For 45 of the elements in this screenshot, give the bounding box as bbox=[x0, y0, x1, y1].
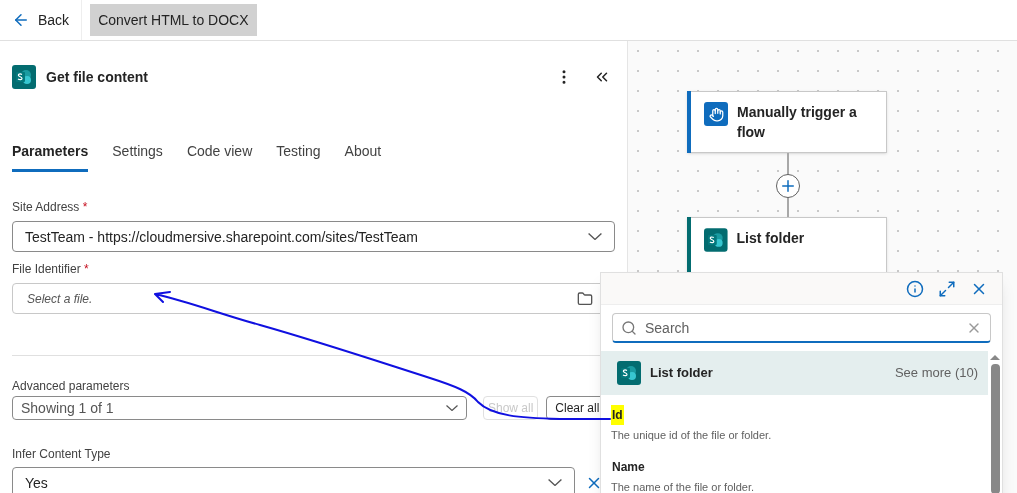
flow-node-card[interactable]: Manually trigger a flow bbox=[687, 91, 887, 153]
tab[interactable]: Testing bbox=[276, 137, 321, 172]
field-label: Advanced parameters bbox=[12, 378, 130, 394]
dynamic-content-item-description: The name of the file or folder. bbox=[611, 479, 756, 493]
plus-icon bbox=[779, 177, 797, 195]
touch-hand-icon bbox=[704, 102, 728, 126]
dynamic-content-item-name[interactable]: Name bbox=[611, 456, 646, 477]
field-label: Site Address bbox=[12, 200, 80, 214]
group-title: List folder bbox=[650, 364, 713, 383]
advanced-parameters-dropdown[interactable]: Showing 1 of 1 bbox=[12, 396, 467, 420]
required-mark: * bbox=[84, 262, 89, 276]
folder-icon[interactable] bbox=[577, 290, 593, 307]
tab[interactable]: Code view bbox=[186, 137, 253, 172]
search-icon bbox=[621, 319, 637, 336]
action-title: Get file content bbox=[46, 68, 148, 87]
search-input[interactable]: Search bbox=[645, 317, 966, 338]
tab[interactable]: Settings bbox=[112, 137, 163, 172]
node-title: List folder bbox=[736, 229, 806, 248]
expand-icon[interactable] bbox=[938, 279, 956, 298]
field-label: File Identifier bbox=[12, 262, 81, 276]
field-label: Infer Content Type bbox=[12, 446, 111, 462]
sharepoint-icon bbox=[12, 65, 36, 89]
required-mark: * bbox=[82, 200, 88, 214]
infer-content-type-dropdown[interactable]: Yes bbox=[12, 467, 575, 493]
info-icon[interactable] bbox=[906, 279, 924, 298]
dynamic-content-group-header[interactable]: List folder See more (10) bbox=[601, 351, 988, 395]
chevron-down-icon bbox=[588, 233, 602, 240]
dropdown-value: Showing 1 of 1 bbox=[21, 399, 114, 418]
node-title: Manually trigger a flow bbox=[737, 103, 858, 142]
sharepoint-icon bbox=[704, 228, 728, 252]
chevron-down-icon bbox=[446, 405, 458, 411]
site-address-dropdown[interactable]: TestTeam - https://cloudmersive.sharepoint.com/sites/TestTeam bbox=[12, 221, 615, 252]
search-field[interactable]: Search bbox=[612, 313, 991, 343]
chevron-down-icon bbox=[548, 479, 562, 486]
dynamic-content-item-description: The unique id of the file or folder. bbox=[611, 428, 773, 443]
see-more-link[interactable]: See more (10) bbox=[894, 363, 978, 383]
add-step-button[interactable] bbox=[776, 174, 800, 198]
back-button[interactable]: Back bbox=[0, 0, 83, 40]
dropdown-value: TestTeam - https://cloudmersive.sharepoint.com/sites/TestTeam bbox=[25, 227, 418, 247]
dynamic-content-item-name[interactable]: Id bbox=[611, 405, 624, 425]
sharepoint-icon bbox=[617, 361, 641, 385]
tab[interactable]: Parameters bbox=[12, 137, 89, 172]
dropdown-value: Yes bbox=[25, 473, 48, 493]
tab[interactable]: About bbox=[344, 137, 382, 172]
flow-title: Convert HTML to DOCX bbox=[90, 4, 257, 36]
